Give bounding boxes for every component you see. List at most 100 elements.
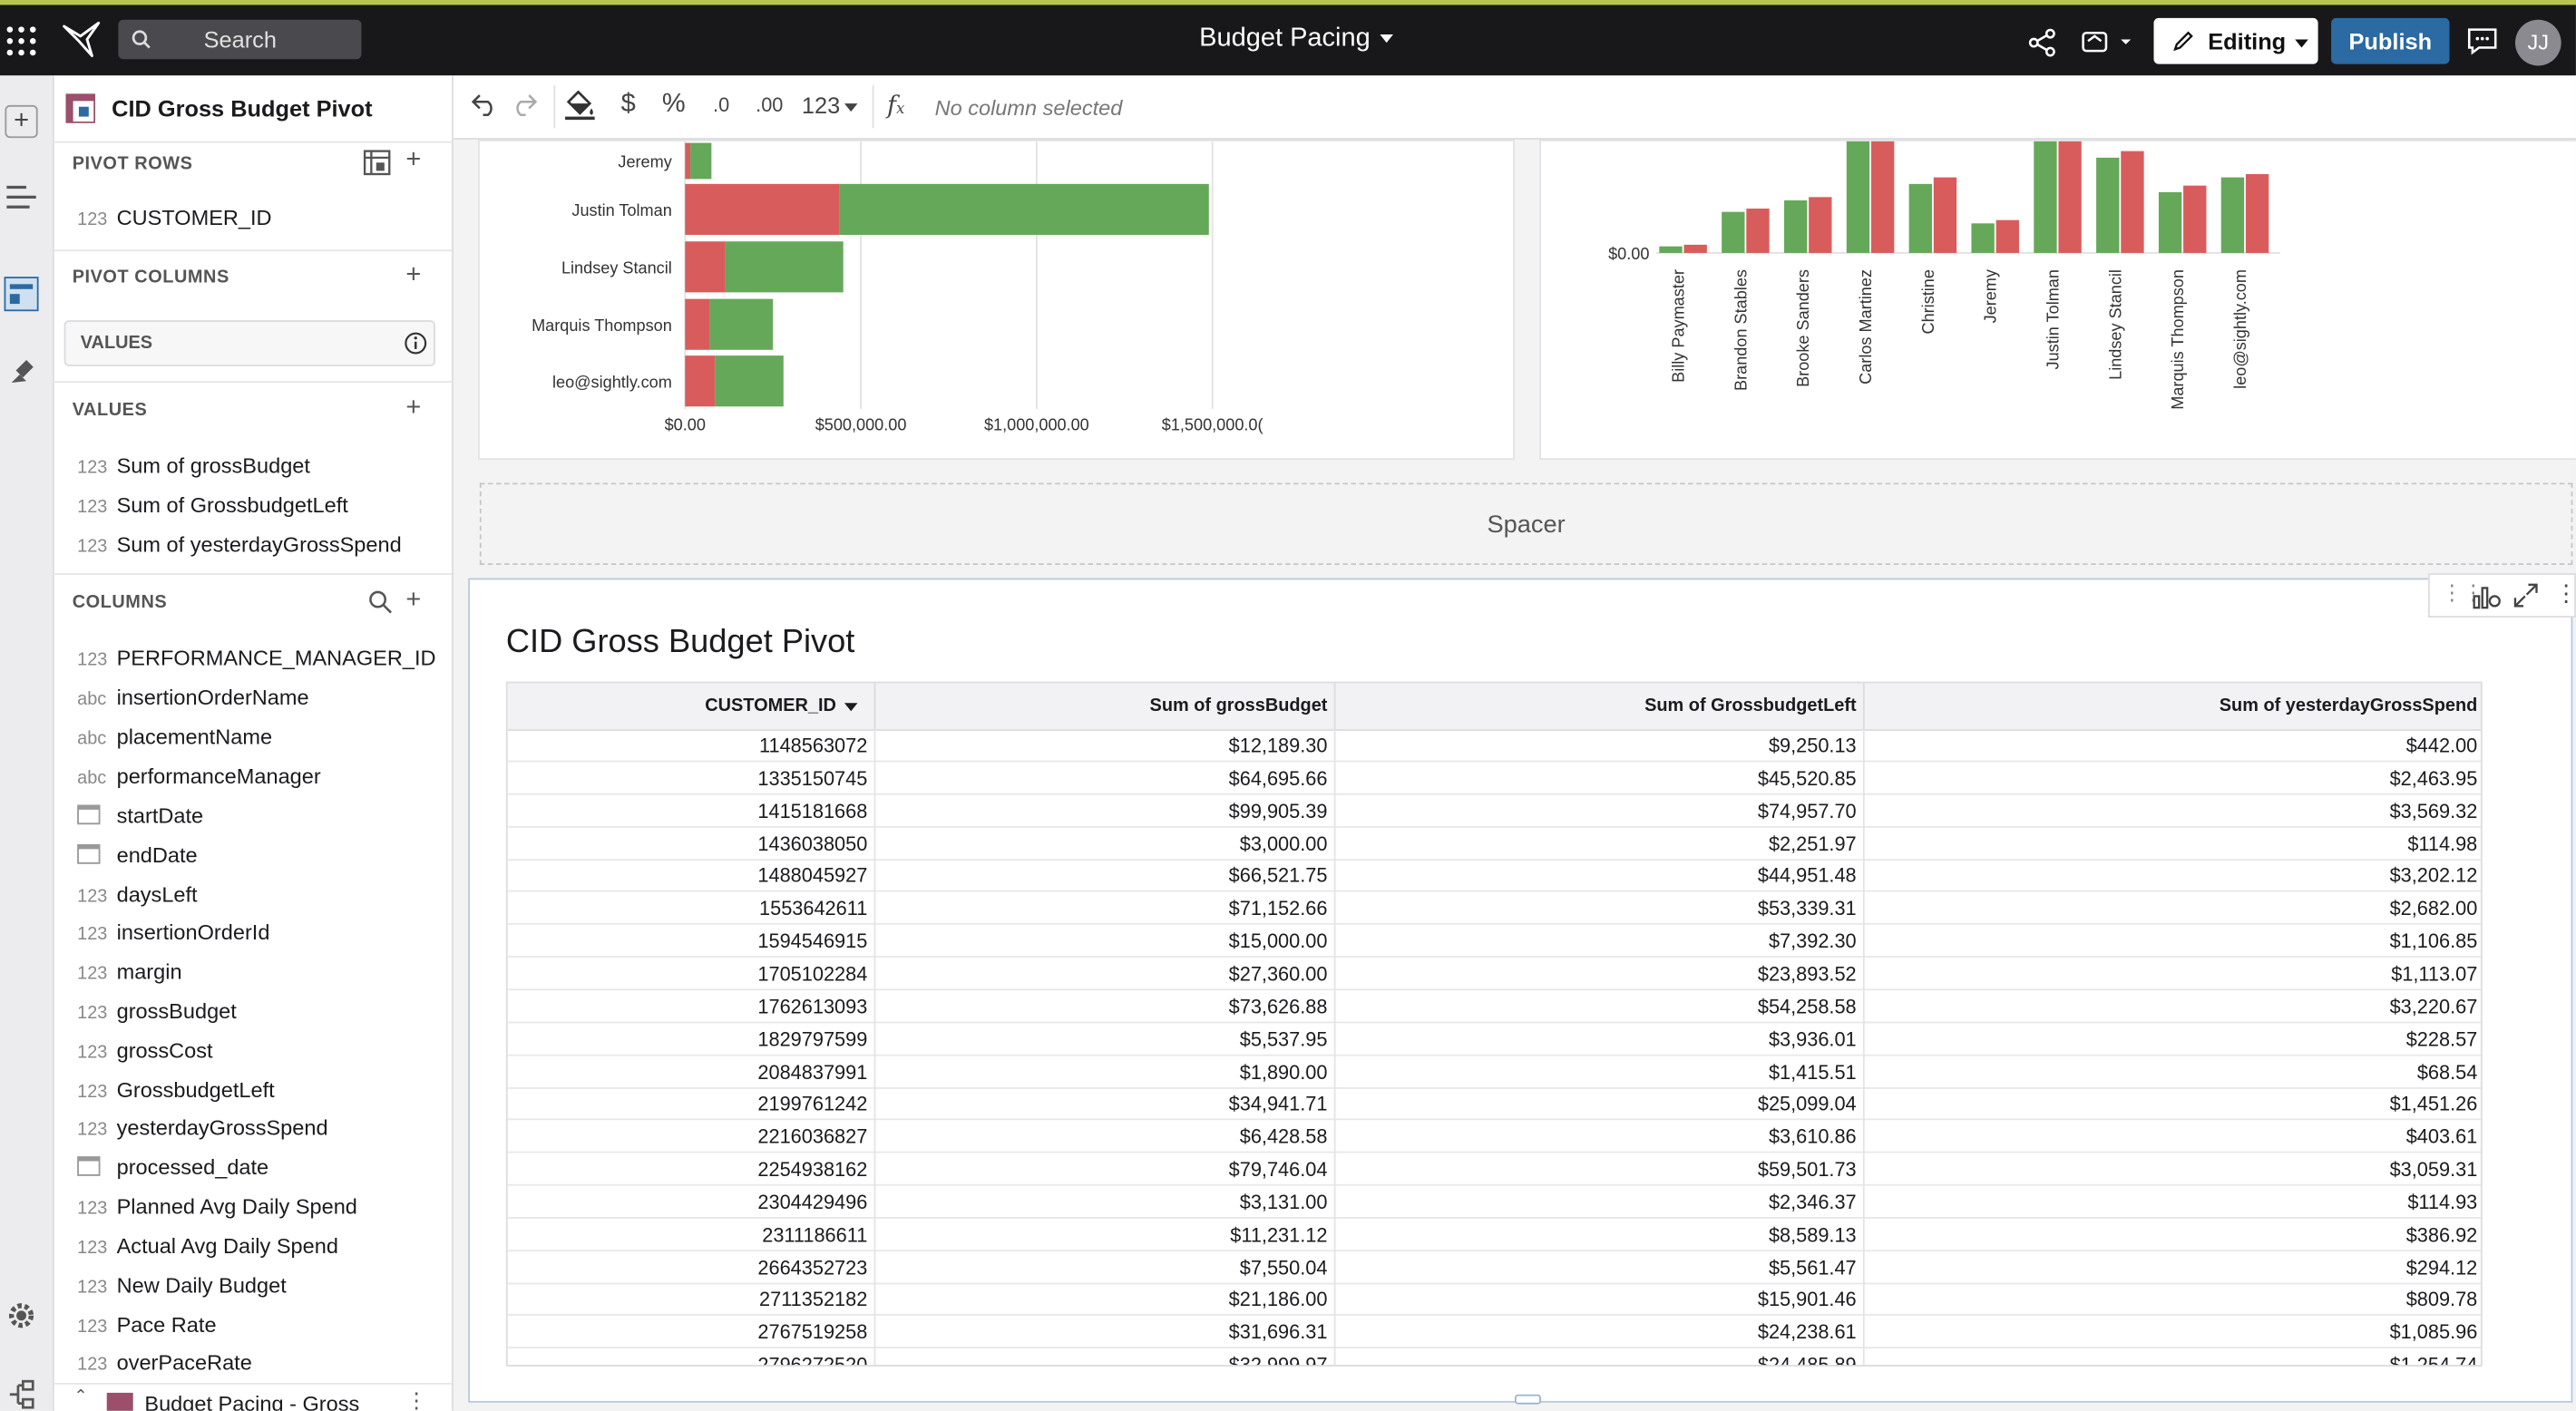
search-box[interactable]: Search (118, 19, 362, 60)
table-cell[interactable]: $11,231.12 (875, 1218, 1336, 1251)
table-cell[interactable]: $9,250.13 (1336, 729, 1865, 763)
table-cell[interactable]: $5,561.47 (1336, 1250, 1865, 1284)
column-header-customer-id[interactable]: CUSTOMER_ID (508, 683, 876, 730)
expand-icon[interactable] (2513, 583, 2538, 608)
table-cell[interactable]: $66,521.75 (875, 859, 1336, 893)
column-field[interactable]: 123 grossBudget (77, 998, 237, 1023)
table-cell[interactable]: $54,258.58 (1336, 989, 1865, 1024)
table-cell[interactable]: 1594546915 (508, 924, 876, 959)
table-cell[interactable]: 1148563072 (508, 729, 876, 763)
add-pivot-row-button[interactable]: + (405, 146, 421, 176)
table-cell[interactable]: $3,059.31 (1865, 1153, 2481, 1186)
column-field[interactable]: processed_date (77, 1154, 268, 1179)
table-cell[interactable]: $3,131.00 (875, 1185, 1336, 1219)
more-options-icon[interactable]: ⋮ (405, 1387, 427, 1410)
table-cell[interactable]: $1,254.74 (1865, 1348, 2481, 1365)
more-options-icon[interactable]: ⋮ (2554, 579, 2576, 608)
app-grid-icon[interactable] (5, 24, 37, 57)
undo-icon[interactable] (471, 93, 498, 117)
table-cell[interactable]: $442.00 (1865, 729, 2481, 762)
redo-icon[interactable] (511, 93, 538, 117)
table-cell[interactable]: $71,152.66 (875, 891, 1336, 926)
table-cell[interactable]: $24,485.89 (1336, 1348, 1865, 1366)
table-cell[interactable]: $3,220.67 (1865, 990, 2481, 1023)
table-row[interactable]: 2304429496 $3,131.00 $2,346.37 $114.93 (507, 1185, 2481, 1219)
formula-bar[interactable]: No column selected (935, 95, 1123, 120)
increase-decimals-icon[interactable]: .00 (756, 93, 783, 116)
logo-icon[interactable] (63, 21, 102, 58)
currency-format-icon[interactable]: $ (621, 91, 636, 121)
table-cell[interactable]: $7,392.30 (1336, 924, 1865, 959)
table-cell[interactable]: $73,626.88 (875, 989, 1336, 1024)
add-element-icon[interactable]: + (5, 104, 38, 139)
spacer-element[interactable]: Spacer (479, 482, 2573, 566)
add-value-button[interactable]: + (405, 394, 421, 424)
number-format-menu[interactable]: 123 (802, 92, 859, 118)
table-cell[interactable]: $1,451.26 (1865, 1088, 2481, 1121)
table-cell[interactable]: $74,957.70 (1336, 794, 1865, 828)
table-row[interactable]: 1594546915 $15,000.00 $7,392.30 $1,106.85 (507, 924, 2481, 959)
column-field[interactable]: 123 PERFORMANCE_MANAGER_ID (77, 646, 435, 670)
table-row[interactable]: 1335150745 $64,695.66 $45,520.85 $2,463.95 (507, 762, 2481, 795)
grouped-bar-chart-card[interactable]: $0.00 Billy Paymaster Brandon Stables Brook… (1539, 139, 2576, 461)
table-cell[interactable]: 1762613093 (508, 989, 876, 1024)
table-cell[interactable]: $1,890.00 (875, 1055, 1336, 1088)
table-row[interactable]: 2311186611 $11,231.12 $8,589.13 $386.92 (507, 1218, 2481, 1251)
table-cell[interactable]: $59,501.73 (1336, 1153, 1865, 1186)
column-field[interactable]: startDate (77, 803, 203, 828)
column-field[interactable]: abc performanceManager (77, 764, 321, 788)
table-row[interactable]: 2254938162 $79,746.04 $59,501.73 $3,059.31 (507, 1153, 2481, 1186)
paint-bucket-icon[interactable] (563, 90, 596, 121)
value-field[interactable]: 123 Sum of grossBudget (77, 453, 310, 478)
table-cell[interactable]: 1335150745 (508, 762, 876, 795)
table-cell[interactable]: $68.54 (1865, 1056, 2481, 1088)
table-cell[interactable]: $1,415.51 (1336, 1055, 1865, 1088)
column-field[interactable]: abc insertionOrderName (77, 685, 308, 709)
table-cell[interactable]: 2254938162 (508, 1153, 876, 1186)
table-cell[interactable]: $114.98 (1865, 827, 2481, 860)
column-header-gross-budget-left[interactable]: Sum of GrossbudgetLeft (1336, 683, 1865, 730)
decrease-decimals-icon[interactable]: .0 (713, 93, 729, 116)
table-cell[interactable]: $2,682.00 (1865, 892, 2481, 925)
table-row[interactable]: 2796272520 $32,999.97 $24,485.89 $1,254.74 (508, 1348, 2481, 1366)
element-properties-icon[interactable] (4, 276, 40, 320)
table-cell[interactable]: $64,695.66 (875, 762, 1336, 795)
table-cell[interactable]: $8,589.13 (1336, 1218, 1865, 1251)
column-field[interactable]: abc placementName (77, 725, 272, 749)
column-field[interactable]: 123 Pace Rate (77, 1312, 216, 1337)
table-cell[interactable]: $2,463.95 (1865, 762, 2481, 794)
table-cell[interactable]: $23,893.52 (1336, 957, 1865, 991)
column-field[interactable]: 123 insertionOrderId (77, 920, 269, 944)
table-cell[interactable]: 2796272520 (508, 1348, 876, 1366)
table-row[interactable]: 1829797599 $5,537.95 $3,936.01 $228.57 (507, 1022, 2481, 1056)
table-cell[interactable]: $403.61 (1865, 1121, 2481, 1153)
add-pivot-column-button[interactable]: + (405, 261, 421, 291)
table-cell[interactable]: $294.12 (1865, 1250, 2481, 1283)
table-row[interactable]: 1553642611 $71,152.66 $53,339.31 $2,682.00 (507, 891, 2481, 926)
table-row[interactable]: 2216036827 $6,428.58 $3,610.86 $403.61 (507, 1120, 2481, 1153)
chart-settings-icon[interactable] (2473, 583, 2503, 609)
column-field[interactable]: 123 yesterdayGrossSpend (77, 1115, 327, 1140)
table-cell[interactable]: 1829797599 (508, 1022, 876, 1056)
table-cell[interactable]: 2084837991 (508, 1055, 876, 1088)
table-cell[interactable]: $386.92 (1865, 1218, 2481, 1250)
percent-format-icon[interactable]: % (662, 91, 686, 121)
table-cell[interactable]: 2664352723 (508, 1250, 876, 1284)
data-lineage-icon[interactable] (6, 1379, 36, 1410)
sync-menu[interactable] (2080, 26, 2132, 67)
value-field[interactable]: 123 Sum of yesterdayGrossSpend (77, 532, 402, 557)
share-icon[interactable] (2027, 28, 2057, 66)
sort-desc-icon[interactable] (844, 702, 858, 711)
table-cell[interactable]: $31,696.31 (875, 1316, 1336, 1349)
table-cell[interactable]: $114.93 (1865, 1185, 2481, 1218)
table-cell[interactable]: $79,746.04 (875, 1153, 1336, 1186)
comments-icon[interactable] (2466, 26, 2499, 64)
table-cell[interactable]: 2199761242 (508, 1087, 876, 1121)
column-field[interactable]: 123 grossCost (77, 1038, 212, 1063)
table-cell[interactable]: $5,537.95 (875, 1022, 1336, 1056)
table-cell[interactable]: 2711352182 (508, 1283, 876, 1317)
table-cell[interactable]: $25,099.04 (1336, 1087, 1865, 1121)
table-cell[interactable]: $1,085.96 (1865, 1316, 2481, 1348)
info-icon[interactable] (405, 332, 427, 355)
table-row[interactable]: 2711352182 $21,186.00 $15,901.46 $809.78 (507, 1283, 2481, 1317)
